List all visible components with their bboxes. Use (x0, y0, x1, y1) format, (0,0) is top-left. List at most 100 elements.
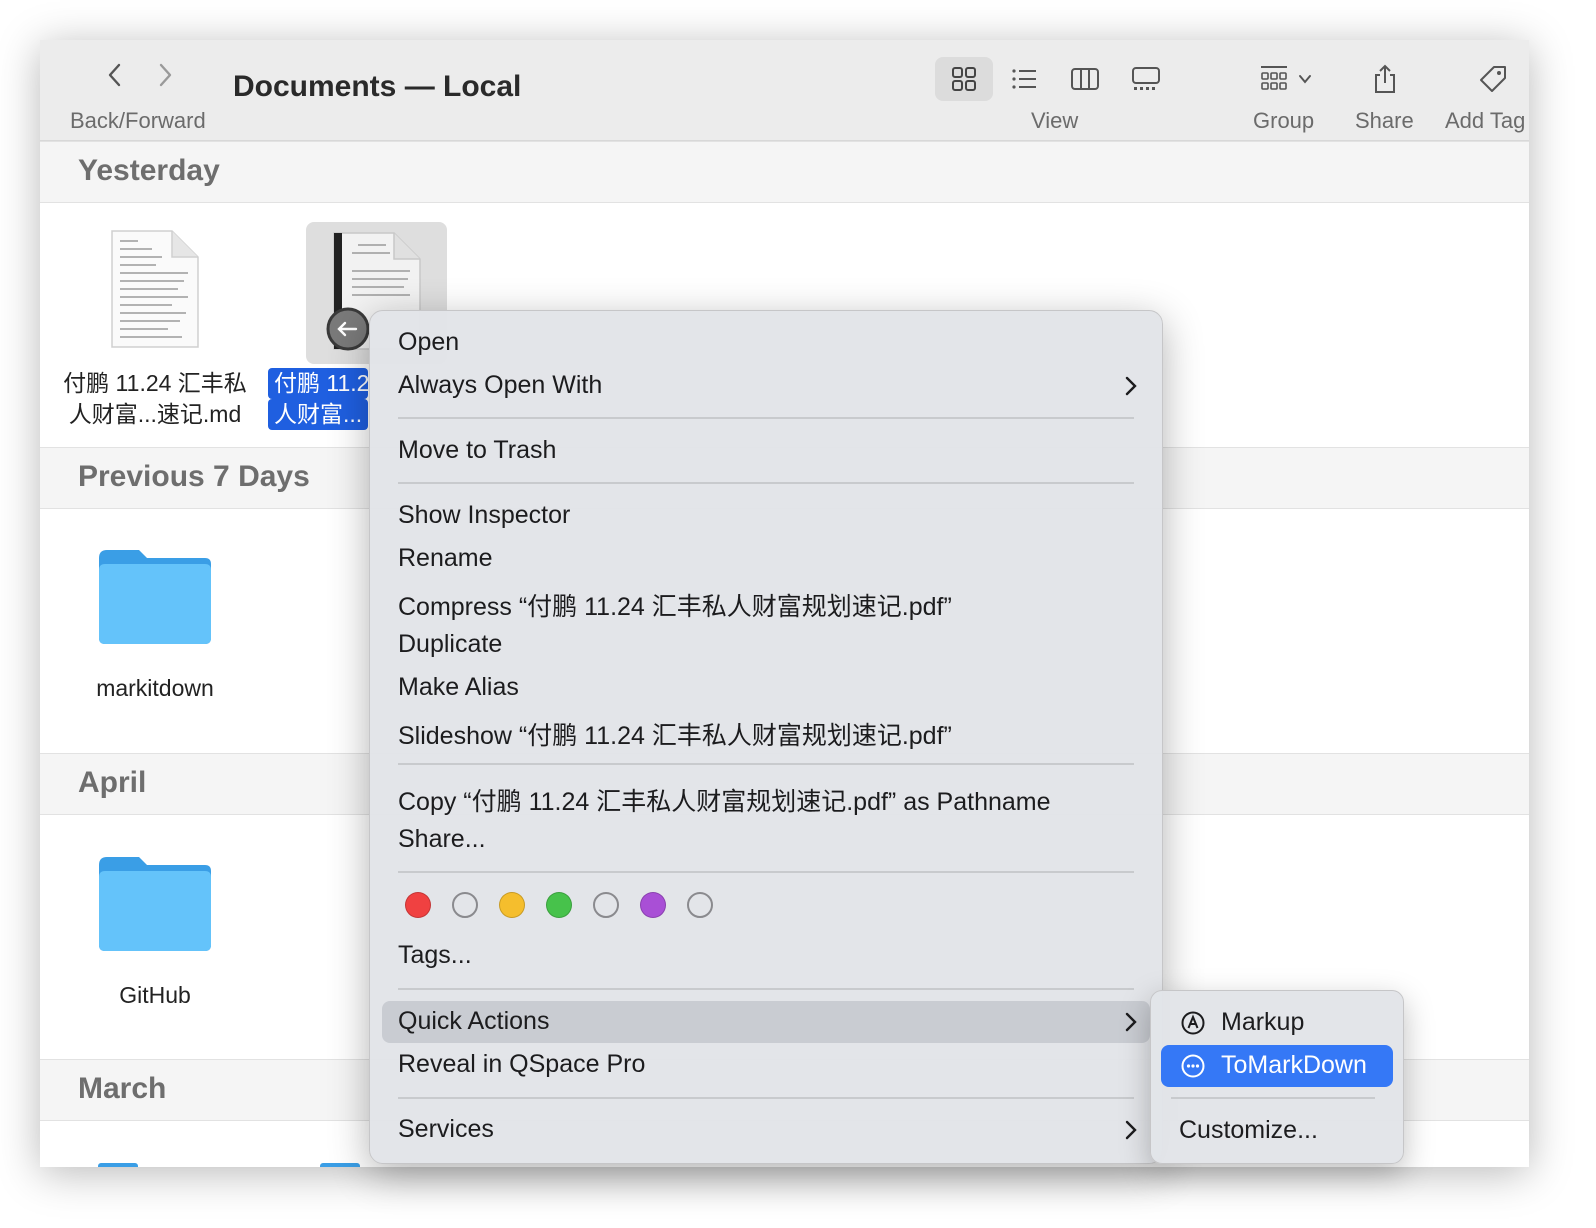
chevron-down-icon (1299, 75, 1311, 84)
gallery-view-button[interactable] (1117, 57, 1175, 101)
chevron-right-icon (1125, 1012, 1137, 1032)
tag-purple[interactable] (640, 892, 666, 918)
window-title: Documents — Local (233, 70, 522, 103)
section-title: March (78, 1072, 167, 1105)
folder-item[interactable]: markitdown (60, 546, 250, 704)
menu-item-move-to-trash[interactable]: Move to Trash (382, 430, 1150, 472)
chevron-left-icon (108, 63, 121, 87)
back-button[interactable] (98, 58, 132, 92)
folder-item[interactable]: GitHub (60, 853, 250, 1011)
file-name-line-1: 付鹏 11.2 (268, 368, 368, 399)
markup-icon (1181, 1011, 1205, 1035)
folder-name: markitdown (96, 675, 214, 701)
menu-item-duplicate[interactable]: Duplicate (382, 624, 1150, 666)
menu-item-open[interactable]: Open (382, 322, 1150, 364)
section-title: April (78, 766, 147, 799)
menu-item-services[interactable]: Services (382, 1109, 1150, 1151)
list-view-button[interactable] (995, 57, 1053, 101)
arrow-left-circle-icon (326, 307, 370, 351)
menu-item-tags[interactable]: Tags... (382, 935, 1150, 977)
folder-icon (98, 1163, 138, 1167)
menu-item-label: Make Alias (398, 673, 519, 701)
menu-item-slideshow[interactable]: Slideshow “付鹏 11.24 汇丰私人财富规划速记.pdf” (382, 710, 1150, 752)
tag-green[interactable] (546, 892, 572, 918)
icon-view-button[interactable] (935, 57, 993, 101)
list-icon (1012, 69, 1036, 89)
file-name-line-2: 人财富... (268, 399, 368, 430)
submenu-item-label: Customize... (1179, 1116, 1318, 1144)
context-menu: Open Always Open With Move to Trash Show… (369, 310, 1163, 1164)
group-button[interactable] (1252, 57, 1320, 101)
menu-separator (1171, 1097, 1375, 1099)
submenu-item-markup[interactable]: Markup (1161, 1002, 1393, 1044)
menu-item-label: Show Inspector (398, 501, 571, 529)
menu-separator (398, 482, 1134, 484)
menu-separator (398, 988, 1134, 990)
menu-item-always-open-with[interactable]: Always Open With (382, 365, 1150, 407)
tag-icon (1480, 66, 1506, 92)
tag-none[interactable] (452, 892, 478, 918)
folder-icon (320, 1163, 360, 1167)
tag-none[interactable] (593, 892, 619, 918)
back-forward-caption: Back/Forward (70, 108, 206, 133)
menu-item-label: Open (398, 328, 460, 356)
file-name-line-2: 人财富...速记.md (68, 401, 242, 427)
file-name-line-1: 付鹏 11.24 汇丰私 (63, 370, 247, 396)
section-title: Previous 7 Days (78, 460, 310, 493)
chevron-right-icon (1125, 1120, 1137, 1140)
menu-item-make-alias[interactable]: Make Alias (382, 667, 1150, 709)
section-title: Yesterday (78, 154, 220, 187)
menu-item-reveal-qspace[interactable]: Reveal in QSpace Pro (382, 1044, 1150, 1086)
menu-item-compress[interactable]: Compress “付鹏 11.24 汇丰私人财富规划速记.pdf” (382, 581, 1150, 623)
menu-item-label: Move to Trash (398, 436, 557, 464)
menu-item-label: Always Open With (398, 371, 603, 399)
menu-item-label: Share... (398, 825, 486, 853)
gallery-icon (1132, 67, 1160, 90)
group-caption: Group (1253, 108, 1315, 133)
add-tag-caption: Add Tag (1445, 108, 1526, 133)
tag-yellow[interactable] (499, 892, 525, 918)
menu-item-label: Copy “付鹏 11.24 汇丰私人财富规划速记.pdf” as Pathna… (398, 788, 1051, 816)
menu-separator (398, 417, 1134, 419)
share-button[interactable] (1356, 57, 1414, 101)
menu-item-copy-pathname[interactable]: Copy “付鹏 11.24 汇丰私人财富规划速记.pdf” as Pathna… (382, 776, 1150, 818)
submenu-item-tomarkdown[interactable]: ToMarkDown (1161, 1045, 1393, 1087)
folder-icon (99, 550, 211, 644)
submenu-item-customize[interactable]: Customize... (1161, 1110, 1393, 1152)
share-caption: Share (1355, 108, 1414, 133)
md-file-item[interactable]: 付鹏 11.24 汇丰私 人财富...速记.md (60, 229, 250, 430)
menu-item-label: Slideshow “付鹏 11.24 汇丰私人财富规划速记.pdf” (398, 722, 952, 750)
toolbar: Back/Forward Documents — Local View Grou… (40, 40, 1529, 141)
quick-actions-submenu: Markup ToMarkDown Customize... (1150, 990, 1404, 1164)
menu-separator (398, 1097, 1134, 1099)
view-caption: View (1031, 108, 1079, 133)
menu-item-label: Quick Actions (398, 1007, 550, 1035)
section-yesterday: Yesterday (40, 141, 1529, 203)
menu-item-label: Rename (398, 544, 493, 572)
submenu-item-label: Markup (1221, 1008, 1305, 1036)
menu-item-share[interactable]: Share... (382, 819, 1150, 861)
group-icon (1261, 66, 1287, 90)
add-tag-button[interactable] (1464, 57, 1522, 101)
menu-item-show-inspector[interactable]: Show Inspector (382, 495, 1150, 537)
tag-red[interactable] (405, 892, 431, 918)
column-view-button[interactable] (1056, 57, 1114, 101)
menu-item-quick-actions[interactable]: Quick Actions (382, 1001, 1150, 1043)
menu-item-label: Reveal in QSpace Pro (398, 1050, 646, 1078)
menu-item-label: Duplicate (398, 630, 503, 658)
menu-item-label: Tags... (398, 941, 472, 969)
menu-separator (398, 763, 1134, 765)
chevron-right-icon (1125, 376, 1137, 396)
menu-separator (398, 871, 1134, 873)
columns-icon (1071, 68, 1099, 90)
grid-icon (952, 67, 976, 91)
share-icon (1375, 64, 1395, 93)
document-icon (111, 230, 199, 348)
menu-item-rename[interactable]: Rename (382, 538, 1150, 580)
tag-none[interactable] (687, 892, 713, 918)
submenu-item-label: ToMarkDown (1221, 1051, 1367, 1079)
menu-item-label: Compress “付鹏 11.24 汇丰私人财富规划速记.pdf” (398, 593, 952, 621)
folder-icon (99, 857, 211, 951)
chevron-right-icon (159, 63, 172, 87)
forward-button[interactable] (148, 58, 182, 92)
